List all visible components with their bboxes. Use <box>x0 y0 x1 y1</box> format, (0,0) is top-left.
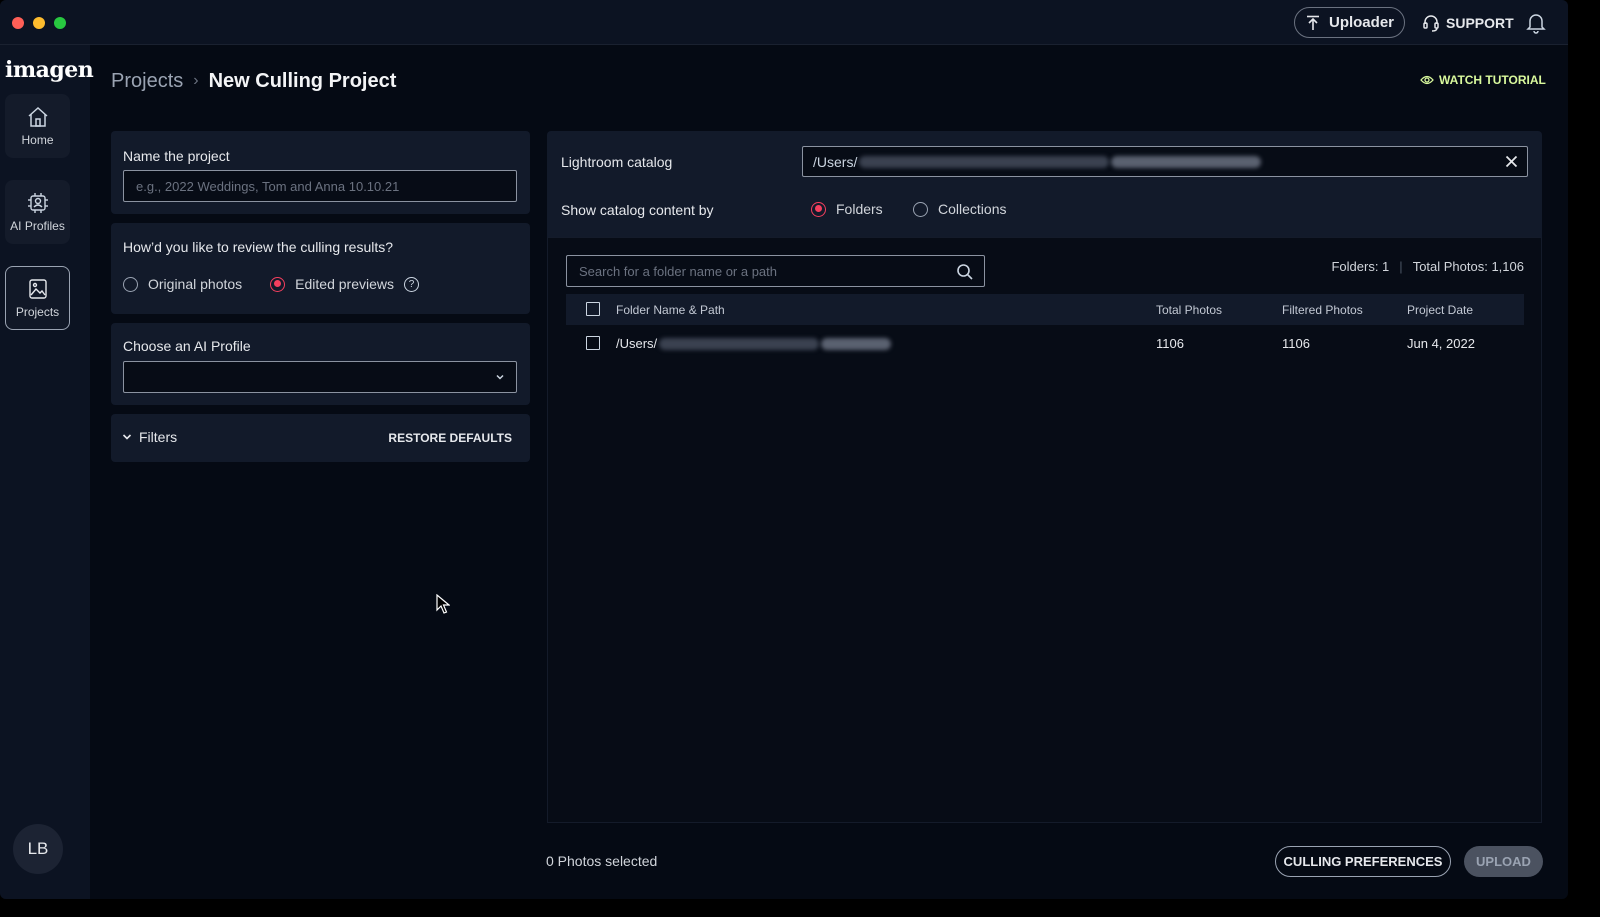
folders-radio[interactable] <box>811 201 826 217</box>
page-title: New Culling Project <box>208 69 397 92</box>
original-photos-radio[interactable] <box>123 276 138 292</box>
redacted-path <box>659 337 820 350</box>
breadcrumb-separator: › <box>193 72 199 89</box>
lightroom-catalog-label: Lightroom catalog <box>561 154 673 170</box>
ai-profile-select[interactable] <box>123 361 517 393</box>
table-header: Folder Name & Path Total Photos Filtered… <box>566 294 1524 325</box>
uploader-button[interactable]: Uploader <box>1294 7 1405 38</box>
project-name-panel: Name the project e.g., 2022 Weddings, To… <box>111 131 530 214</box>
column-header-total-photos[interactable]: Total Photos <box>1156 294 1222 325</box>
project-date-cell: Jun 4, 2022 <box>1407 336 1475 351</box>
stats-divider: | <box>1399 259 1403 274</box>
support-label: SUPPORT <box>1446 15 1514 31</box>
filters-toggle[interactable]: Filters <box>121 429 177 445</box>
collections-label: Collections <box>938 201 1007 217</box>
folders-label: Folders <box>836 201 883 217</box>
sidebar-item-label: AI Profiles <box>10 219 65 233</box>
sidebar: imagen Home AI Profiles Projects LB <box>0 45 94 899</box>
sidebar-item-ai-profiles[interactable]: AI Profiles <box>5 180 70 244</box>
close-window-button[interactable] <box>12 17 24 29</box>
sidebar-item-label: Home <box>21 133 54 147</box>
chevron-down-icon <box>122 434 132 440</box>
photos-selected-status: 0 Photos selected <box>546 853 658 869</box>
help-icon[interactable]: ? <box>404 276 419 292</box>
filters-label: Filters <box>139 429 178 445</box>
table-row[interactable]: /Users/ 1106 1106 Jun 4, 2022 <box>566 328 1524 359</box>
mouse-cursor-icon <box>436 594 450 614</box>
collections-option[interactable]: Collections <box>913 201 1006 217</box>
avatar[interactable]: LB <box>13 824 63 874</box>
bell-icon[interactable] <box>1526 12 1546 34</box>
filters-panel: Filters RESTORE DEFAULTS <box>111 414 530 462</box>
upload-icon <box>1306 15 1319 30</box>
watch-tutorial-link[interactable]: WATCH TUTORIAL <box>1420 71 1546 89</box>
redacted-filename <box>1111 155 1262 168</box>
row-checkbox[interactable] <box>586 336 600 350</box>
breadcrumb-projects-link[interactable]: Projects <box>111 70 183 93</box>
folder-path-prefix: /Users/ <box>616 336 658 351</box>
redacted-path <box>859 155 1110 168</box>
column-header-filtered-photos[interactable]: Filtered Photos <box>1282 294 1363 325</box>
catalog-path-field[interactable]: /Users/ <box>802 146 1528 177</box>
folders-count: Folders: 1 <box>1331 259 1390 274</box>
title-bar: Uploader SUPPORT <box>0 0 1568 45</box>
total-photos-count: Total Photos: 1,106 <box>1412 259 1524 274</box>
watch-tutorial-label: WATCH TUTORIAL <box>1439 73 1546 87</box>
ai-profile-label: Choose an AI Profile <box>123 338 251 354</box>
restore-defaults-button[interactable]: RESTORE DEFAULTS <box>388 431 512 445</box>
collections-radio[interactable] <box>913 201 928 217</box>
imagen-logo: imagen <box>5 57 94 83</box>
folders-table-panel: Search for a folder name or a path Folde… <box>547 237 1542 823</box>
search-icon[interactable] <box>956 263 974 281</box>
edited-previews-label: Edited previews <box>295 276 394 292</box>
breadcrumb: Projects › New Culling Project <box>111 67 396 95</box>
project-name-label: Name the project <box>123 148 230 164</box>
sidebar-item-label: Projects <box>15 305 60 319</box>
sidebar-item-projects[interactable]: Projects <box>5 266 70 330</box>
sidebar-item-home[interactable]: Home <box>5 94 70 158</box>
folder-stats: Folders: 1 | Total Photos: 1,106 <box>1331 259 1524 274</box>
projects-icon <box>28 279 47 299</box>
filtered-photos-cell: 1106 <box>1282 336 1310 351</box>
review-results-label: How’d you like to review the culling res… <box>123 239 394 255</box>
column-header-project-date[interactable]: Project Date <box>1407 294 1473 325</box>
close-icon[interactable] <box>1505 155 1518 168</box>
support-button[interactable]: SUPPORT <box>1422 12 1514 34</box>
project-name-input[interactable]: e.g., 2022 Weddings, Tom and Anna 10.10.… <box>123 170 517 202</box>
review-options: Original photos Edited previews ? <box>123 276 419 292</box>
eye-icon <box>1420 75 1434 85</box>
ai-profile-icon <box>27 193 48 213</box>
original-photos-label: Original photos <box>148 276 243 292</box>
redacted-folder <box>821 337 892 350</box>
uploader-label: Uploader <box>1328 14 1394 31</box>
folder-search-input[interactable]: Search for a folder name or a path <box>566 255 985 287</box>
folders-option[interactable]: Folders <box>811 201 883 217</box>
show-by-label: Show catalog content by <box>561 202 714 218</box>
select-all-checkbox[interactable] <box>586 302 600 316</box>
culling-preferences-button[interactable]: CULLING PREFERENCES <box>1275 846 1451 877</box>
catalog-panel: Lightroom catalog /Users/ Show catalog c… <box>547 131 1542 237</box>
total-photos-cell: 1106 <box>1156 336 1184 351</box>
zoom-window-button[interactable] <box>54 17 66 29</box>
headset-icon <box>1423 15 1439 32</box>
minimize-window-button[interactable] <box>33 17 45 29</box>
catalog-path-prefix: /Users/ <box>813 153 858 170</box>
home-icon <box>28 106 47 127</box>
chevron-down-icon <box>496 374 504 380</box>
folder-path-cell: /Users/ <box>616 328 892 359</box>
search-placeholder: Search for a folder name or a path <box>579 263 778 279</box>
edited-previews-radio[interactable] <box>270 276 286 292</box>
column-header-folder[interactable]: Folder Name & Path <box>616 294 725 325</box>
app-window: Uploader SUPPORT imagen Home AI Profiles… <box>0 0 1568 899</box>
review-results-panel: How’d you like to review the culling res… <box>111 223 530 314</box>
ai-profile-panel: Choose an AI Profile <box>111 323 530 405</box>
upload-button[interactable]: UPLOAD <box>1464 846 1543 877</box>
